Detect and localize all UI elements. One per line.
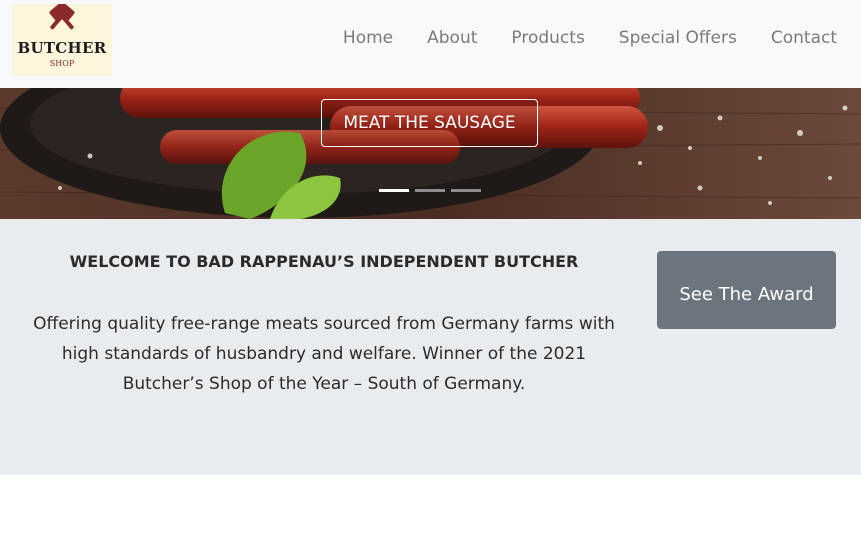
see-award-button[interactable]: See The Award xyxy=(657,251,836,329)
logo-wordmark: BUTCHER xyxy=(17,39,107,57)
brand-logo[interactable]: BUTCHER SHOP xyxy=(12,4,112,76)
logo-subtext: SHOP xyxy=(49,59,75,68)
nav-link-about[interactable]: About xyxy=(427,28,477,48)
nav-link-contact[interactable]: Contact xyxy=(771,28,837,48)
carousel-indicator-3[interactable] xyxy=(451,189,481,192)
carousel-indicator-2[interactable] xyxy=(415,189,445,192)
welcome-section: WELCOME TO BAD RAPPENAU’S INDEPENDENT BU… xyxy=(0,219,861,475)
cleaver-icon xyxy=(49,4,75,30)
welcome-heading: WELCOME TO BAD RAPPENAU’S INDEPENDENT BU… xyxy=(69,252,579,271)
carousel-indicator-1[interactable] xyxy=(379,189,409,192)
navbar: BUTCHER SHOP Home About Products Special… xyxy=(0,0,861,88)
hero-carousel[interactable]: MEAT THE SAUSAGE xyxy=(0,88,861,219)
hero-caption: MEAT THE SAUSAGE xyxy=(321,99,538,147)
carousel-indicators xyxy=(379,189,487,192)
nav-link-products[interactable]: Products xyxy=(511,28,584,48)
nav-link-home[interactable]: Home xyxy=(343,28,393,48)
welcome-description: Offering quality free-range meats source… xyxy=(33,314,615,394)
nav-menu: Home About Products Special Offers Conta… xyxy=(309,28,837,48)
nav-link-special-offers[interactable]: Special Offers xyxy=(619,28,737,48)
